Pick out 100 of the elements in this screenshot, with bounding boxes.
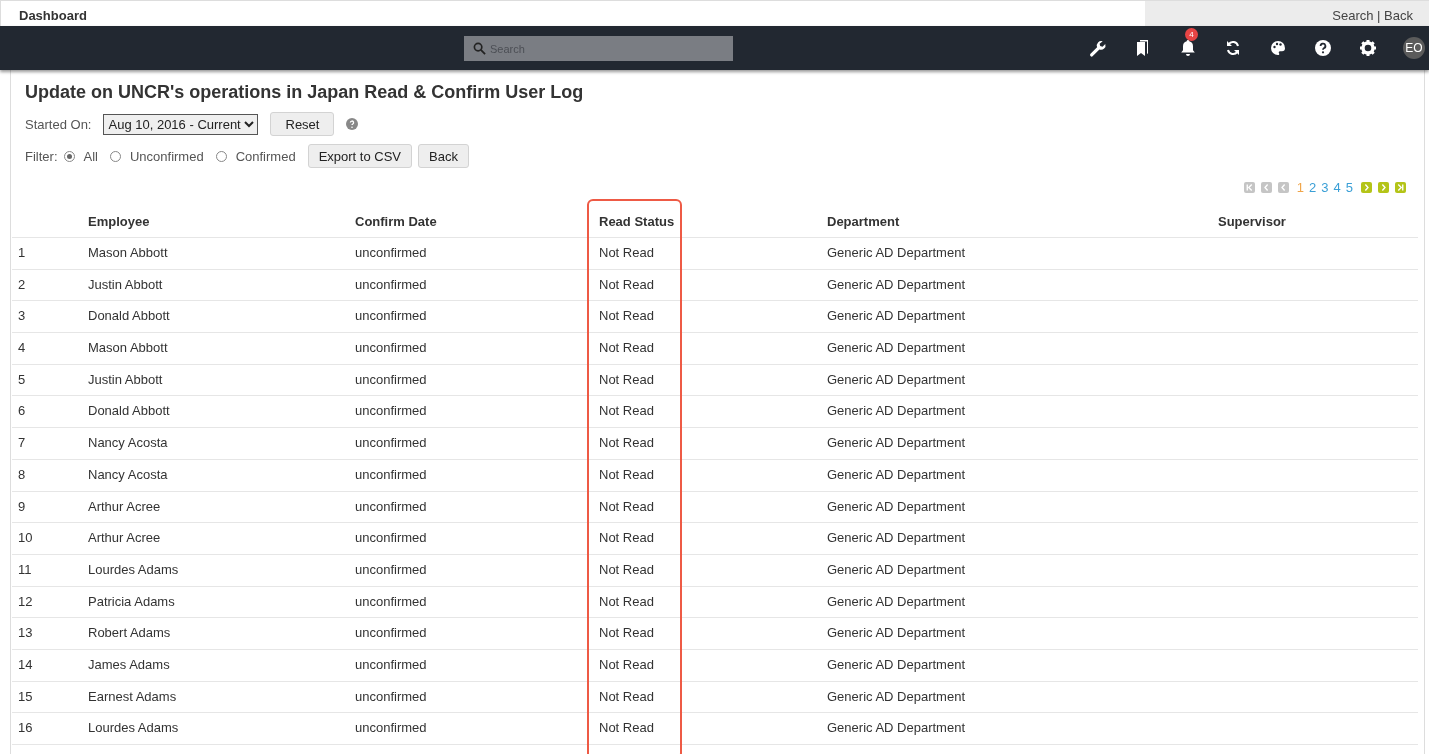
- notification-badge: 4: [1185, 28, 1198, 41]
- table-cell: Donald Abbott: [88, 301, 355, 334]
- table-cell: unconfirmed: [355, 618, 599, 650]
- row-number: 15: [12, 681, 88, 714]
- table-cell: Not Read: [599, 649, 827, 682]
- table-cell: unconfirmed: [355, 523, 599, 555]
- table-cell: unconfirmed: [355, 238, 599, 270]
- table-cell: Generic AD Department: [827, 301, 1218, 334]
- table-cell: unconfirmed: [355, 586, 599, 619]
- table-cell: unconfirmed: [355, 269, 599, 302]
- column-header: Department: [827, 207, 1218, 238]
- table-cell: James Adams: [88, 649, 355, 682]
- row-number: 12: [12, 586, 88, 619]
- table-cell: unconfirmed: [355, 554, 599, 587]
- row-number: 13: [12, 618, 88, 650]
- reset-button[interactable]: Reset: [270, 112, 335, 136]
- started-on-label: Started On:: [25, 116, 92, 132]
- table-cell: Generic AD Department: [827, 649, 1218, 682]
- table-cell: Generic AD Department: [827, 491, 1218, 524]
- table-cell: Not Read: [599, 396, 827, 429]
- table-cell: Donald Abbott: [88, 396, 355, 429]
- table-cell: Earnest Adams: [88, 681, 355, 714]
- back-button[interactable]: Back: [418, 144, 469, 168]
- user-avatar[interactable]: EO: [1403, 37, 1425, 59]
- date-range-select[interactable]: Aug 10, 2016 - Current: [103, 113, 259, 135]
- row-number: 5: [12, 364, 88, 397]
- filter-radio[interactable]: [109, 150, 121, 162]
- table-cell: Not Read: [599, 364, 827, 397]
- settings-icon[interactable]: [1358, 38, 1378, 58]
- table-cell: Not Read: [599, 428, 827, 460]
- table-cell: Justin Abbott: [88, 364, 355, 397]
- table-cell: Nancy Acosta: [88, 428, 355, 460]
- row-number: 10: [12, 523, 88, 555]
- table-cell: unconfirmed: [355, 713, 599, 745]
- table-cell: Generic AD Department: [827, 238, 1218, 270]
- table-cell: unconfirmed: [355, 364, 599, 397]
- table-cell: Generic AD Department: [827, 428, 1218, 460]
- row-number: 7: [12, 428, 88, 460]
- column-header: Employee: [88, 207, 355, 238]
- table-cell: Generic AD Department: [827, 618, 1218, 650]
- column-header: Read Status: [599, 207, 827, 238]
- table-cell: Generic AD Department: [827, 396, 1218, 429]
- column-header: Confirm Date: [355, 207, 599, 238]
- export-csv-button[interactable]: Export to CSV: [307, 144, 412, 168]
- table-cell: Generic AD Department: [827, 523, 1218, 555]
- filter-radio[interactable]: [215, 150, 227, 162]
- search-back-links[interactable]: Search | Back: [1145, 1, 1429, 26]
- table-cell: Arthur Acree: [88, 491, 355, 524]
- table-cell: Generic AD Department: [827, 586, 1218, 619]
- table-cell: Generic AD Department: [827, 269, 1218, 302]
- table-cell: Generic AD Department: [827, 554, 1218, 587]
- table-cell: unconfirmed: [355, 396, 599, 429]
- table-cell: Not Read: [599, 618, 827, 650]
- filter-option-label: All: [83, 148, 98, 164]
- table-cell: Justin Abbott: [88, 269, 355, 302]
- table-cell: Not Read: [599, 333, 827, 365]
- table-cell: Not Read: [599, 269, 827, 302]
- table-cell: Generic AD Department: [827, 333, 1218, 365]
- row-number: 2: [12, 269, 88, 302]
- row-number: 1: [12, 238, 88, 270]
- table-cell: unconfirmed: [355, 649, 599, 682]
- wrench-icon[interactable]: [1088, 38, 1108, 58]
- table-cell: Mason Abbott: [88, 333, 355, 365]
- table-cell: Not Read: [599, 459, 827, 492]
- table-cell: Generic AD Department: [827, 459, 1218, 492]
- table-cell: Not Read: [599, 523, 827, 555]
- table-cell: Generic AD Department: [827, 681, 1218, 714]
- table-cell: Patricia Adams: [88, 586, 355, 619]
- row-number: 14: [12, 649, 88, 682]
- table-cell: unconfirmed: [355, 428, 599, 460]
- help-icon[interactable]: [1313, 38, 1333, 58]
- table-cell: Not Read: [599, 554, 827, 587]
- column-header: Supervisor: [1218, 207, 1418, 238]
- table-cell: Robert Adams: [88, 618, 355, 650]
- table-cell: Not Read: [599, 491, 827, 524]
- table-cell: Not Read: [599, 681, 827, 714]
- bell-icon[interactable]: [1178, 38, 1198, 58]
- table-cell: unconfirmed: [355, 333, 599, 365]
- row-number: 3: [12, 301, 88, 334]
- table-cell: unconfirmed: [355, 301, 599, 334]
- row-number: 4: [12, 333, 88, 365]
- filter-label: Filter:: [25, 148, 58, 164]
- row-number: 8: [12, 459, 88, 492]
- table-cell: Mason Abbott: [88, 238, 355, 270]
- table-cell: unconfirmed: [355, 459, 599, 492]
- filter-radio[interactable]: [63, 150, 75, 162]
- row-number: 16: [12, 713, 88, 745]
- filter-option-label: Unconfirmed: [129, 148, 204, 164]
- row-number: 6: [12, 396, 88, 429]
- table-cell: Not Read: [599, 713, 827, 745]
- table-cell: Not Read: [599, 586, 827, 619]
- page-title: Update on UNCR's operations in Japan Read & Confirm User Log: [24, 81, 585, 103]
- filter-option-label: Confirmed: [235, 148, 296, 164]
- table-cell: Generic AD Department: [827, 713, 1218, 745]
- search-icon: [473, 42, 486, 55]
- table-cell: Lourdes Adams: [88, 713, 355, 745]
- table-cell: unconfirmed: [355, 681, 599, 714]
- table-cell: Lourdes Adams: [88, 554, 355, 587]
- table-cell: Nancy Acosta: [88, 459, 355, 492]
- palette-icon[interactable]: [1268, 38, 1288, 58]
